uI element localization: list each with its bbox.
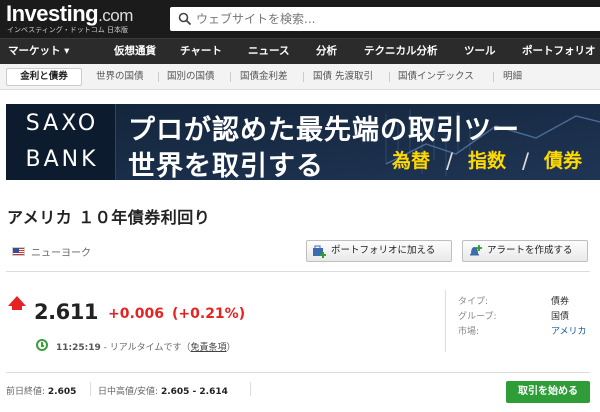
prev-close-value: 2.605 <box>47 387 77 397</box>
stat-separator <box>250 382 251 396</box>
nav-portfolio[interactable]: ポートフォリオ <box>522 39 596 64</box>
realtime-status: 11:25:19 - リアルタイムです（免責条項） <box>56 340 236 353</box>
create-alert-label: アラートを作成する <box>487 245 573 256</box>
page-title: アメリカ １０年債券利回り <box>7 208 211 227</box>
clock-icon <box>36 339 48 351</box>
section-divider <box>6 372 590 373</box>
info-group-value: 国債 <box>551 312 570 322</box>
realtime-note: - リアルタイムです（ <box>100 343 191 353</box>
info-divider <box>445 290 446 352</box>
subnav-world-bonds[interactable]: 世界の国債 <box>96 64 144 89</box>
us-flag-icon <box>12 247 25 256</box>
add-to-portfolio-button[interactable]: ポートフォリオに加える <box>306 240 452 262</box>
info-group-label: グループ: <box>458 312 497 322</box>
banner-tag-fx: 為替 <box>392 150 431 172</box>
info-market-link[interactable]: アメリカ <box>551 324 587 337</box>
price-change-percent: (+0.21%) <box>172 306 246 322</box>
subnav-separator <box>493 72 494 82</box>
search-box[interactable] <box>170 7 600 31</box>
nav-analysis[interactable]: 分析 <box>316 39 337 64</box>
prev-close: 前日終値: 2.605 <box>6 384 76 397</box>
day-range-value: 2.605 - 2.614 <box>160 387 228 397</box>
top-bar: Investing.com インベスティング・ドットコム 日本版 <box>0 0 600 38</box>
banner-subheadline: 世界を取引する <box>128 151 324 180</box>
banner-slash: / <box>446 149 454 173</box>
prev-close-label: 前日終値: <box>6 387 48 397</box>
subnav-bond-futures[interactable]: 国債 先渡取引 <box>313 64 373 89</box>
logo-subtitle: インベスティング・ドットコム 日本版 <box>7 26 128 34</box>
search-input[interactable] <box>196 7 596 31</box>
banner-slash: / <box>522 149 530 173</box>
nav-technical[interactable]: テクニカル分析 <box>364 39 438 64</box>
banner-tag-index: 指数 <box>468 150 507 172</box>
subnav-separator <box>230 72 231 82</box>
day-range: 日中高値/安値: 2.605 - 2.614 <box>98 384 228 397</box>
realtime-note-close: ） <box>226 343 236 353</box>
saxo-logo-line1: SAXO <box>25 111 99 136</box>
info-type-label: タイプ: <box>458 297 489 307</box>
info-type-value: 債券 <box>551 297 570 307</box>
subnav-separator <box>389 72 390 82</box>
subnav-separator <box>303 72 304 82</box>
nav-charts[interactable]: チャート <box>180 39 222 64</box>
banner-tag-bonds: 債券 <box>544 150 583 172</box>
section-divider <box>6 271 590 272</box>
last-update-time: 11:25:19 <box>56 343 101 353</box>
subnav-rates-bonds[interactable]: 金利と債券 <box>6 68 82 86</box>
portfolio-plus-icon <box>313 245 326 258</box>
banner-headline: プロが認めた最先端の取引ツー <box>128 115 520 146</box>
saxo-bank-logo: SAXO BANK <box>6 104 116 180</box>
start-trading-button[interactable]: 取引を始める <box>506 381 590 403</box>
stat-separator <box>90 382 91 396</box>
nav-tools[interactable]: ツール <box>464 39 496 64</box>
saxo-logo-line2: BANK <box>25 147 99 172</box>
day-range-label: 日中高値/安値: <box>98 387 161 397</box>
nav-crypto[interactable]: 仮想通貨 <box>114 39 156 64</box>
search-icon[interactable] <box>178 12 192 26</box>
price-change: +0.006 <box>108 306 165 322</box>
nav-markets[interactable]: マーケット ▾ <box>8 39 69 64</box>
subnav-details[interactable]: 明細 <box>503 64 522 89</box>
subnav-bond-spreads[interactable]: 国債金利差 <box>240 64 288 89</box>
info-market-label: 市場: <box>458 327 480 337</box>
create-alert-button[interactable]: アラートを作成する <box>462 240 588 262</box>
nav-news[interactable]: ニュース <box>248 39 289 64</box>
sub-nav: 金利と債券 世界の国債 国別の国債 国債金利差 国債 先渡取引 国債インデックス… <box>0 64 600 90</box>
main-nav: マーケット ▾ 仮想通貨 チャート ニュース 分析 テクニカル分析 ツール ポー… <box>0 38 600 64</box>
exchange-name: ニューヨーク <box>31 248 91 259</box>
up-arrow-stem <box>12 305 22 310</box>
ad-banner[interactable]: SAXO BANK プロが認めた最先端の取引ツー 世界を取引する 為替 / 指数… <box>6 104 600 180</box>
bell-plus-icon <box>470 245 482 256</box>
add-to-portfolio-label: ポートフォリオに加える <box>331 245 436 256</box>
disclaimer-link[interactable]: 免責条項 <box>190 343 226 353</box>
subnav-country-bonds[interactable]: 国別の国債 <box>167 64 215 89</box>
last-price: 2.611 <box>34 300 98 324</box>
logo-text: Investing.com <box>6 1 133 26</box>
subnav-separator <box>158 72 159 82</box>
subnav-bond-indices[interactable]: 国債インデックス <box>398 64 474 89</box>
site-logo[interactable]: Investing.com インベスティング・ドットコム 日本版 <box>6 3 166 35</box>
